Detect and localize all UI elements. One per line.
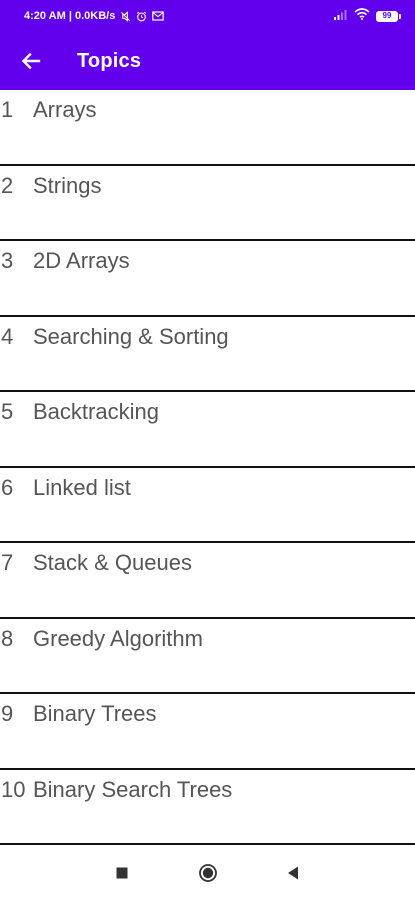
- topic-label: Searching & Sorting: [33, 323, 229, 349]
- topic-number: 8: [1, 625, 14, 651]
- topic-item-arrays[interactable]: 1 Arrays: [0, 90, 415, 166]
- screen: 4:20 AM | 0.0KB/s 99 Topics 1 Arrays 2 S…: [0, 0, 415, 900]
- back-button[interactable]: [17, 47, 45, 75]
- mail-icon: [152, 11, 165, 21]
- topic-number: 10: [1, 776, 26, 802]
- topic-number: 6: [1, 474, 14, 500]
- topic-number: 7: [1, 550, 14, 575]
- topic-label: Binary Search Trees: [33, 776, 233, 802]
- topic-label: Greedy Algorithm: [33, 625, 203, 651]
- circle-icon: [199, 864, 217, 882]
- battery-level: 99: [376, 10, 398, 22]
- nav-back-button[interactable]: [283, 863, 303, 883]
- app-bar: Topics: [0, 32, 415, 90]
- mute-icon: [120, 10, 131, 22]
- topic-number: 5: [1, 399, 14, 424]
- battery-tip: [399, 13, 401, 19]
- topic-number: 9: [1, 701, 14, 726]
- topic-label: Arrays: [33, 97, 97, 122]
- topic-item-backtracking[interactable]: 5 Backtracking: [0, 392, 415, 468]
- topic-item-strings[interactable]: 2 Strings: [0, 166, 415, 241]
- topic-item-stack-queues[interactable]: 7 Stack & Queues: [0, 543, 415, 619]
- battery-icon: 99: [376, 10, 401, 22]
- topic-number: 4: [1, 323, 14, 349]
- system-nav-bar: [0, 846, 415, 900]
- topic-list: 1 Arrays 2 Strings 3 2D Arrays 4 Searchi…: [0, 90, 415, 845]
- topic-number: 1: [1, 97, 14, 122]
- topic-label: 2D Arrays: [33, 248, 130, 273]
- topic-item-2d-arrays[interactable]: 3 2D Arrays: [0, 241, 415, 317]
- topic-label: Binary Trees: [33, 701, 157, 726]
- alarm-icon: [136, 11, 147, 22]
- topic-item-greedy-algorithm[interactable]: 8 Greedy Algorithm: [0, 619, 415, 694]
- topic-item-linked-list[interactable]: 6 Linked list: [0, 468, 415, 543]
- arrow-left-icon: [21, 52, 41, 70]
- topic-item-binary-trees[interactable]: 9 Binary Trees: [0, 694, 415, 770]
- page-title: Topics: [77, 49, 142, 72]
- topic-label: Strings: [33, 172, 102, 198]
- wifi-icon: [354, 7, 370, 25]
- topic-item-searching-sorting[interactable]: 4 Searching & Sorting: [0, 317, 415, 392]
- status-bar: 4:20 AM | 0.0KB/s 99: [0, 0, 415, 32]
- topic-label: Backtracking: [33, 399, 159, 424]
- square-icon: [116, 867, 128, 879]
- triangle-left-icon: [288, 866, 298, 880]
- home-button[interactable]: [198, 863, 218, 883]
- topic-number: 3: [1, 248, 14, 273]
- signal-icon: [334, 7, 348, 25]
- topic-number: 2: [1, 172, 14, 198]
- status-left: 4:20 AM | 0.0KB/s: [24, 10, 165, 22]
- recents-button[interactable]: [112, 863, 132, 883]
- status-right: 99: [334, 7, 401, 25]
- topic-item-binary-search-trees[interactable]: 10 Binary Search Trees: [0, 770, 415, 845]
- status-time: 4:20 AM | 0.0KB/s: [24, 10, 116, 22]
- topic-label: Linked list: [33, 474, 131, 500]
- topic-label: Stack & Queues: [33, 550, 192, 575]
